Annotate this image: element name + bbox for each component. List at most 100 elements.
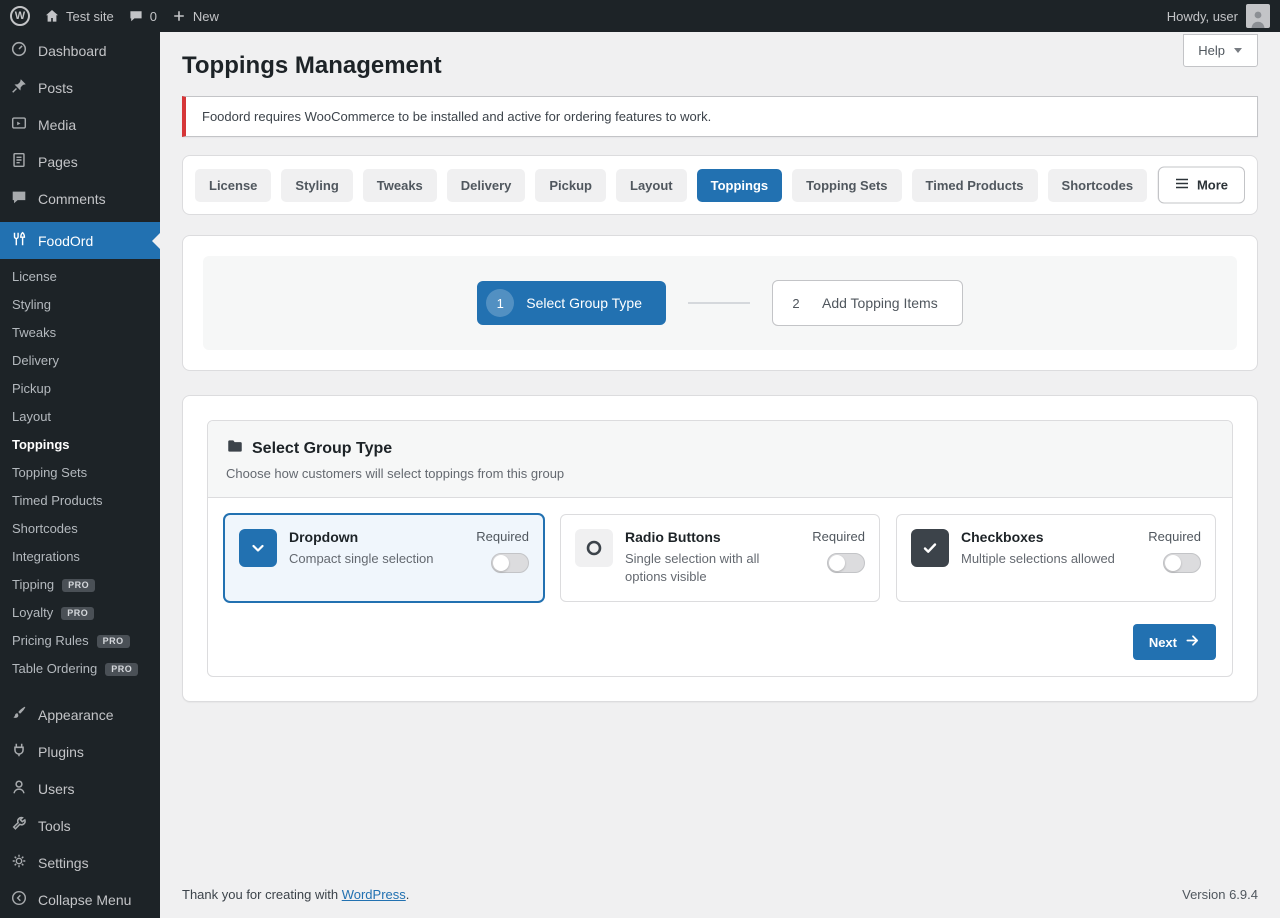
submenu-label: Topping Sets xyxy=(12,465,87,481)
submenu-label: Delivery xyxy=(12,353,59,369)
submenu-item-pickup[interactable]: Pickup xyxy=(0,375,160,403)
required-toggle[interactable] xyxy=(827,553,865,573)
wizard-steps: 1 Select Group Type 2 Add Topping Items xyxy=(203,256,1237,350)
step-1-select-group-type[interactable]: 1 Select Group Type xyxy=(477,281,666,325)
wordpress-link[interactable]: WordPress xyxy=(342,887,406,902)
sidebar-item-posts[interactable]: Posts xyxy=(0,69,160,106)
tab-topping-sets[interactable]: Topping Sets xyxy=(792,169,901,202)
page-title: Toppings Management xyxy=(182,52,1258,80)
footer-thanks-text: Thank you for creating with xyxy=(182,887,342,902)
help-label: Help xyxy=(1198,43,1225,58)
sidebar-item-tools[interactable]: Tools xyxy=(0,807,160,844)
sidebar-item-dashboard[interactable]: Dashboard xyxy=(0,32,160,69)
sidebar-item-plugins[interactable]: Plugins xyxy=(0,733,160,770)
tab-license[interactable]: License xyxy=(195,169,271,202)
home-icon xyxy=(44,8,60,24)
tabs-row: License Styling Tweaks Delivery Pickup L… xyxy=(195,168,1245,202)
wrench-icon xyxy=(10,815,28,836)
step-1-label: Select Group Type xyxy=(526,295,642,311)
radio-button-icon xyxy=(575,529,613,567)
option-radio-buttons[interactable]: Radio Buttons Single selection with all … xyxy=(560,514,880,602)
option-description: Compact single selection xyxy=(289,550,434,568)
dropdown-chevron-icon xyxy=(239,529,277,567)
gear-icon xyxy=(10,852,28,873)
submenu-item-integrations[interactable]: Integrations xyxy=(0,543,160,571)
submenu-label: Integrations xyxy=(12,549,80,565)
site-name-link[interactable]: Test site xyxy=(44,8,114,24)
tab-toppings[interactable]: Toppings xyxy=(697,169,783,202)
tab-timed-products[interactable]: Timed Products xyxy=(912,169,1038,202)
tab-tweaks[interactable]: Tweaks xyxy=(363,169,437,202)
sidebar-item-settings[interactable]: Settings xyxy=(0,844,160,881)
howdy-user-link[interactable]: Howdy, user xyxy=(1167,9,1238,24)
required-label: Required xyxy=(476,529,529,544)
submenu-item-loyalty[interactable]: LoyaltyPRO xyxy=(0,599,160,627)
required-label: Required xyxy=(1148,529,1201,544)
sidebar-item-media[interactable]: Media xyxy=(0,106,160,143)
option-description: Multiple selections allowed xyxy=(961,550,1115,568)
required-toggle[interactable] xyxy=(1163,553,1201,573)
submenu-item-delivery[interactable]: Delivery xyxy=(0,347,160,375)
option-title: Checkboxes xyxy=(961,529,1115,545)
tab-shortcodes[interactable]: Shortcodes xyxy=(1048,169,1148,202)
sidebar-item-comments[interactable]: Comments xyxy=(0,180,160,217)
tab-delivery[interactable]: Delivery xyxy=(447,169,526,202)
comment-bubble-icon xyxy=(128,8,144,24)
woocommerce-requirement-notice: Foodord requires WooCommerce to be insta… xyxy=(182,96,1258,137)
submenu-item-license[interactable]: License xyxy=(0,263,160,291)
sidebar-item-label: Users xyxy=(38,781,75,797)
pro-badge: PRO xyxy=(97,635,130,648)
next-button[interactable]: Next xyxy=(1133,624,1216,660)
option-title: Dropdown xyxy=(289,529,434,545)
sidebar-item-appearance[interactable]: Appearance xyxy=(0,696,160,733)
sidebar-item-foodord[interactable]: FoodOrd xyxy=(0,222,160,259)
submenu-item-shortcodes[interactable]: Shortcodes xyxy=(0,515,160,543)
submenu-item-layout[interactable]: Layout xyxy=(0,403,160,431)
submenu-item-tweaks[interactable]: Tweaks xyxy=(0,319,160,347)
submenu-item-pricing-rules[interactable]: Pricing RulesPRO xyxy=(0,627,160,655)
footer-thanks: Thank you for creating with WordPress. xyxy=(182,887,409,902)
required-toggle[interactable] xyxy=(491,553,529,573)
sidebar-item-label: Media xyxy=(38,117,76,133)
wordpress-logo-icon[interactable]: W xyxy=(10,6,30,26)
sidebar-item-pages[interactable]: Pages xyxy=(0,143,160,180)
submenu-item-topping-sets[interactable]: Topping Sets xyxy=(0,459,160,487)
site-name-label: Test site xyxy=(66,9,114,24)
more-tabs-button[interactable]: More xyxy=(1158,167,1245,204)
collapse-arrow-icon xyxy=(10,889,28,910)
comments-bubble[interactable]: 0 xyxy=(128,8,157,24)
pro-badge: PRO xyxy=(105,663,138,676)
submenu-item-tipping[interactable]: TippingPRO xyxy=(0,571,160,599)
required-label: Required xyxy=(812,529,865,544)
submenu-item-styling[interactable]: Styling xyxy=(0,291,160,319)
current-menu-arrow xyxy=(144,233,160,249)
admin-footer: Thank you for creating with WordPress. V… xyxy=(182,873,1258,918)
collapse-menu-button[interactable]: Collapse Menu xyxy=(0,881,160,918)
step-2-add-topping-items[interactable]: 2 Add Topping Items xyxy=(772,280,963,326)
submenu-item-table-ordering[interactable]: Table OrderingPRO xyxy=(0,655,160,683)
tab-styling[interactable]: Styling xyxy=(281,169,352,202)
pin-icon xyxy=(10,77,28,98)
dashboard-icon xyxy=(10,40,28,61)
option-checkboxes[interactable]: Checkboxes Multiple selections allowed R… xyxy=(896,514,1216,602)
speech-bubble-icon xyxy=(10,188,28,209)
step-connector-line xyxy=(688,302,750,304)
footer-period: . xyxy=(406,887,410,902)
submenu-item-toppings[interactable]: Toppings xyxy=(0,431,160,459)
submenu-item-timed-products[interactable]: Timed Products xyxy=(0,487,160,515)
group-type-subtitle: Choose how customers will select topping… xyxy=(226,466,1214,481)
submenu-label: Pickup xyxy=(12,381,51,397)
help-dropdown-button[interactable]: Help xyxy=(1183,34,1258,67)
new-content-button[interactable]: New xyxy=(171,8,219,24)
version-label: Version 6.9.4 xyxy=(1182,887,1258,902)
sidebar-item-users[interactable]: Users xyxy=(0,770,160,807)
option-dropdown[interactable]: Dropdown Compact single selection Requir… xyxy=(224,514,544,602)
user-avatar[interactable] xyxy=(1246,4,1270,28)
group-type-options: Dropdown Compact single selection Requir… xyxy=(224,514,1216,602)
tab-layout[interactable]: Layout xyxy=(616,169,687,202)
media-icon xyxy=(10,114,28,135)
notice-text: Foodord requires WooCommerce to be insta… xyxy=(202,109,711,124)
page-icon xyxy=(10,151,28,172)
tab-pickup[interactable]: Pickup xyxy=(535,169,606,202)
toggle-knob xyxy=(493,555,509,571)
